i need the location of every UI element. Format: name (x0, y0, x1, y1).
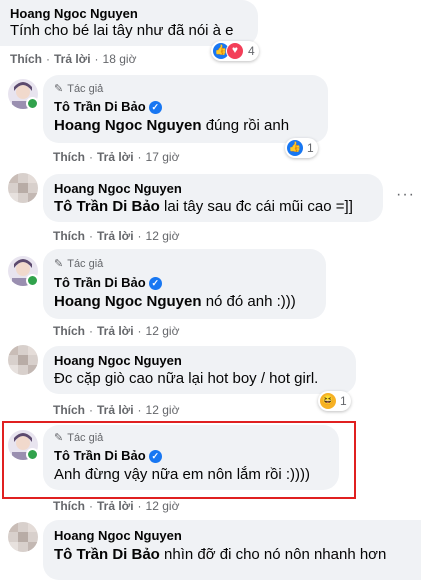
comment-bubble: ✎ Tác giả Tô Trần Di Bảo ✓ Anh đừng vậy nữ… (43, 425, 339, 490)
comment-time[interactable]: 17 giờ (146, 150, 180, 164)
comment-author[interactable]: Tô Trần Di Bảo ✓ (54, 275, 162, 291)
reaction-summary[interactable]: 😆 1 (318, 391, 351, 411)
love-reaction-icon: ♥ (226, 42, 244, 60)
avatar[interactable] (8, 522, 38, 552)
comment-time[interactable]: 12 giờ (146, 499, 180, 513)
reply-action[interactable]: Trả lời (97, 229, 134, 243)
comment-text: Anh đừng vậy nữa em nôn lắm rồi :)))) (54, 466, 311, 483)
comment-bubble: Hoang Ngoc Nguyen Tính cho bé lai tây nh… (0, 0, 258, 46)
comment-actions: Thích · Trả lời · 17 giờ (53, 150, 180, 164)
comment-author[interactable]: Tô Trần Di Bảo ✓ (54, 448, 162, 464)
avatar[interactable] (8, 173, 38, 203)
avatar[interactable] (8, 345, 38, 375)
comment-bubble: Hoang Ngoc Nguyen Tô Trần Di Bảo lai tây… (43, 174, 383, 222)
comment-time[interactable]: 12 giờ (146, 403, 180, 417)
comment-author[interactable]: Tô Trần Di Bảo ✓ (54, 99, 162, 115)
comment-text: Tô Trần Di Bảo lai tây sau đc cái mũi ca… (54, 198, 353, 215)
verified-badge-icon: ✓ (148, 450, 162, 464)
reaction-summary[interactable]: 👍 1 (285, 138, 318, 158)
comment-author[interactable]: Hoang Ngoc Nguyen (54, 181, 182, 196)
mention-tag[interactable]: Hoang Ngoc Nguyen (54, 293, 202, 310)
comment-actions: Thích · Trả lời · 12 giờ (53, 324, 180, 338)
like-action[interactable]: Thích (10, 52, 42, 66)
reply-action[interactable]: Trả lời (97, 324, 134, 338)
haha-reaction-icon: 😆 (320, 393, 336, 409)
comment-author[interactable]: Hoang Ngoc Nguyen (54, 528, 182, 543)
pencil-icon: ✎ (54, 432, 64, 444)
like-action[interactable]: Thích (53, 403, 85, 417)
comment-actions: Thích · Trả lời · 18 giờ (10, 52, 137, 66)
author-badge: ✎ Tác giả (54, 257, 104, 271)
like-action[interactable]: Thích (53, 324, 85, 338)
comment-text: Hoang Ngoc Nguyen nó đó anh :))) (54, 293, 296, 310)
comment-time[interactable]: 12 giờ (146, 229, 180, 243)
verified-badge-icon: ✓ (148, 277, 162, 291)
reaction-count: 1 (340, 394, 347, 408)
comment-text: Tính cho bé lai tây như đã nói à e (10, 22, 234, 39)
author-badge: ✎ Tác giả (54, 82, 104, 96)
reaction-summary[interactable]: 👍 ♥ 4 (211, 41, 259, 61)
comment-bubble: Hoang Ngoc Nguyen Đc cặp giò cao nữa lại… (43, 346, 356, 394)
verified-badge-icon: ✓ (148, 101, 162, 115)
pencil-icon: ✎ (54, 258, 64, 270)
comment-actions: Thích · Trả lời · 12 giờ (53, 499, 180, 513)
comment-actions: Thích · Trả lời · 12 giờ (53, 229, 180, 243)
online-status-dot (26, 274, 39, 287)
pencil-icon: ✎ (54, 83, 64, 95)
comment-bubble: Hoang Ngoc Nguyen Tô Trần Di Bảo nhìn đỡ… (43, 520, 421, 580)
like-action[interactable]: Thích (53, 499, 85, 513)
reply-action[interactable]: Trả lời (97, 150, 134, 164)
mention-tag[interactable]: Tô Trần Di Bảo (54, 546, 160, 563)
comment-text: Hoang Ngoc Nguyen đúng rồi anh (54, 117, 290, 134)
like-action[interactable]: Thích (53, 229, 85, 243)
reaction-count: 4 (248, 44, 255, 58)
comment-text: Tô Trần Di Bảo nhìn đỡ đi cho nó nôn nha… (54, 546, 387, 563)
comment-time[interactable]: 18 giờ (103, 52, 137, 66)
reply-action[interactable]: Trả lời (97, 403, 134, 417)
comment-text: Đc cặp giò cao nữa lại hot boy / hot gir… (54, 370, 319, 387)
like-reaction-icon: 👍 (287, 140, 303, 156)
online-status-dot (26, 97, 39, 110)
mention-tag[interactable]: Tô Trần Di Bảo (54, 198, 160, 215)
comment-actions: Thích · Trả lời · 12 giờ (53, 403, 180, 417)
comment-author[interactable]: Hoang Ngoc Nguyen (54, 353, 182, 368)
comment-bubble: ✎ Tác giả Tô Trần Di Bảo ✓ Hoang Ngoc Nguy… (43, 75, 328, 143)
online-status-dot (26, 448, 39, 461)
mention-tag[interactable]: Hoang Ngoc Nguyen (54, 117, 202, 134)
comment-time[interactable]: 12 giờ (146, 324, 180, 338)
like-action[interactable]: Thích (53, 150, 85, 164)
reply-action[interactable]: Trả lời (54, 52, 91, 66)
reply-action[interactable]: Trả lời (97, 499, 134, 513)
more-options-icon[interactable]: ··· (396, 186, 415, 204)
author-badge: ✎ Tác giả (54, 431, 104, 445)
reaction-count: 1 (307, 141, 314, 155)
comment-bubble: ✎ Tác giả Tô Trần Di Bảo ✓ Hoang Ngoc Nguy… (43, 249, 326, 319)
comment-author[interactable]: Hoang Ngoc Nguyen (10, 6, 138, 21)
